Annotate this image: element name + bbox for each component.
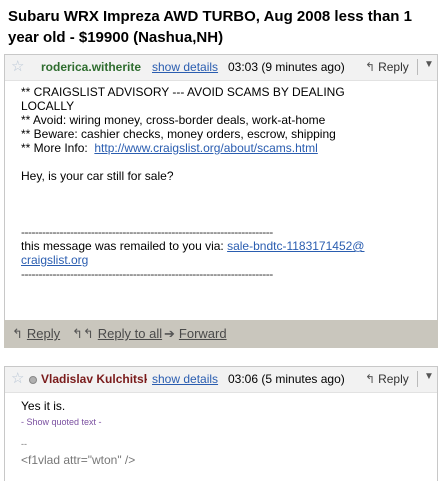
conversation-subject: Subaru WRX Impreza AWD TURBO, Aug 2008 l…: [8, 8, 412, 46]
remail-label: this message was remailed to you via:: [21, 239, 228, 253]
advisory-line: ** Avoid: wiring money, cross-border dea…: [21, 113, 326, 127]
advisory-line: ** Beware: cashier checks, money orders,…: [21, 127, 336, 141]
show-details-link[interactable]: show details: [152, 60, 218, 74]
presence-status-icon: [29, 376, 37, 384]
divider: [417, 59, 418, 75]
show-quoted-text-link[interactable]: - Show quoted text -: [21, 415, 431, 429]
reply-all-action[interactable]: ↰↰ Reply to all: [72, 326, 162, 342]
forward-icon: ➔: [164, 326, 175, 341]
reply-all-icon: ↰↰: [72, 326, 94, 341]
reply-all-action-label: Reply to all: [97, 326, 163, 341]
message-body: Yes it is. - Show quoted text - -- <f1vl…: [21, 399, 431, 467]
message-question: Hey, is your car still for sale?: [21, 169, 174, 183]
reply-action[interactable]: ↰ Reply: [12, 326, 60, 342]
remail-address-link[interactable]: sale-bndtc-1183171452@: [227, 239, 364, 253]
more-options-dropdown-icon[interactable]: ▼: [424, 59, 434, 70]
advisory-more-info: ** More Info: http://www.craigslist.org/…: [21, 141, 431, 155]
message-action-bar: ↰ Reply ↰↰ Reply to all ➔ Forward: [4, 320, 438, 348]
reply-button[interactable]: ↰ Reply: [359, 57, 417, 78]
message-card: ☆ roderica.witherite show details 03:03 …: [4, 54, 438, 320]
sender-name[interactable]: Vladislav Kulchitski: [41, 372, 147, 386]
sender-name[interactable]: roderica.witherite: [41, 60, 147, 74]
show-details-link[interactable]: show details: [152, 372, 218, 386]
message-text: Yes it is.: [21, 399, 66, 413]
reply-arrow-icon: ↰: [365, 372, 376, 386]
more-options-dropdown-icon[interactable]: ▼: [424, 371, 434, 382]
advisory-line: ** CRAIGSLIST ADVISORY --- AVOID SCAMS B…: [21, 85, 345, 99]
separator-line: ----------------------------------------…: [21, 267, 273, 281]
reply-action-label: Reply: [26, 326, 61, 341]
advisory-line: LOCALLY: [21, 99, 75, 113]
separator-line: ----------------------------------------…: [21, 225, 273, 239]
forward-action[interactable]: ➔ Forward: [164, 326, 227, 342]
signature-separator: --: [21, 439, 27, 449]
star-icon[interactable]: ☆: [11, 371, 27, 387]
remail-address-link[interactable]: craigslist.org: [21, 253, 88, 267]
message-body: ** CRAIGSLIST ADVISORY --- AVOID SCAMS B…: [21, 85, 431, 281]
reply-button-label: Reply: [378, 60, 409, 74]
signature: <f1vlad attr="wton" />: [21, 453, 136, 467]
reply-button-label: Reply: [378, 372, 409, 386]
scams-info-link[interactable]: http://www.craigslist.org/about/scams.ht…: [94, 141, 317, 155]
remail-address-continued: craigslist.org: [21, 253, 431, 267]
divider: [417, 371, 418, 387]
message-header[interactable]: ☆ Vladislav Kulchitski show details 03:0…: [5, 367, 437, 393]
message-time: 03:03 (9 minutes ago): [228, 60, 345, 74]
message-time: 03:06 (5 minutes ago): [228, 372, 345, 386]
reply-arrow-icon: ↰: [365, 60, 376, 74]
star-icon[interactable]: ☆: [11, 59, 27, 75]
message-header[interactable]: ☆ roderica.witherite show details 03:03 …: [5, 55, 437, 81]
remail-notice: this message was remailed to you via: sa…: [21, 239, 431, 253]
forward-action-label: Forward: [178, 326, 227, 341]
more-info-label: ** More Info:: [21, 141, 95, 155]
message-card: ☆ Vladislav Kulchitski show details 03:0…: [4, 366, 438, 481]
reply-button[interactable]: ↰ Reply: [359, 369, 417, 390]
reply-icon: ↰: [12, 326, 23, 341]
